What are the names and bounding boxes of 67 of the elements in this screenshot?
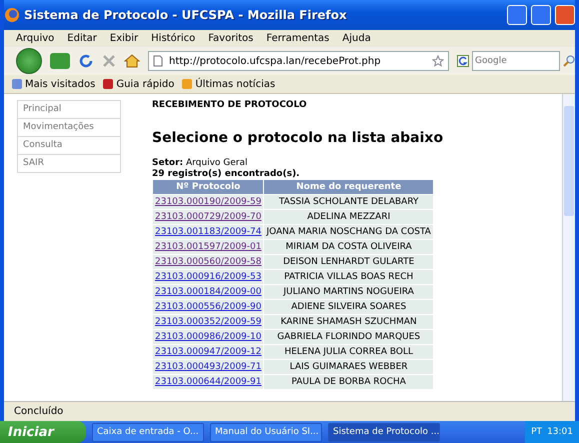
search-icon[interactable] bbox=[563, 55, 575, 67]
protocol-link[interactable]: 23103.000986/2009-10 bbox=[155, 332, 262, 342]
table-cell: KARINE SHAMASH SZUCHMAN bbox=[264, 315, 433, 329]
page-icon bbox=[153, 55, 163, 67]
column-header: Nome do requerente bbox=[264, 180, 433, 194]
protocol-link[interactable]: 23103.001597/2009-01 bbox=[155, 242, 262, 252]
bookmark-link[interactable]: Últimas notícias bbox=[182, 78, 276, 90]
sidebar-link[interactable]: SAIR bbox=[18, 155, 120, 172]
menu-item[interactable]: Favoritos bbox=[208, 33, 254, 44]
section-title: RECEBIMENTO DE PROTOCOLO bbox=[152, 100, 308, 112]
protocol-link[interactable]: 23103.000556/2009-90 bbox=[155, 302, 262, 312]
language-indicator[interactable]: PT bbox=[531, 427, 542, 437]
back-button[interactable] bbox=[16, 48, 42, 74]
close-button[interactable] bbox=[555, 5, 575, 25]
clock: 13:01 bbox=[547, 427, 573, 437]
sidebar-link[interactable]: Principal bbox=[18, 101, 120, 119]
menu-item[interactable]: Exibir bbox=[110, 33, 138, 44]
table-cell: ADIENE SILVEIRA SOARES bbox=[264, 300, 433, 314]
table-cell: DEISON LENHARDT GULARTE bbox=[264, 255, 433, 269]
column-header: Nº Protocolo bbox=[153, 180, 264, 194]
sidebar-link[interactable]: Movimentações bbox=[18, 119, 120, 137]
menu-item[interactable]: Editar bbox=[67, 33, 97, 44]
table-cell: JOANA MARIA NOSCHANG DA COSTA bbox=[264, 225, 433, 239]
table-cell: HELENA JULIA CORREA BOLL bbox=[264, 345, 433, 359]
table-cell: MIRIAM DA COSTA OLIVEIRA bbox=[264, 240, 433, 254]
table-cell: TASSIA SCHOLANTE DELABARY bbox=[264, 195, 433, 209]
menu-item[interactable]: Ajuda bbox=[342, 33, 371, 44]
bookmark-link[interactable]: Guia rápido bbox=[103, 78, 174, 90]
bookmark-link[interactable]: Mais visitados bbox=[12, 78, 96, 90]
table-cell: LAIS GUIMARAES WEBBER bbox=[264, 360, 433, 374]
maximize-button[interactable] bbox=[531, 5, 551, 25]
scrollbar[interactable] bbox=[562, 94, 575, 401]
protocol-link[interactable]: 23103.000560/2009-58 bbox=[155, 257, 262, 267]
table-cell: PATRICIA VILLAS BOAS RECH bbox=[264, 270, 433, 284]
sector-info: Setor: Arquivo Geral bbox=[152, 158, 249, 169]
protocol-link[interactable]: 23103.000493/2009-71 bbox=[155, 362, 262, 372]
taskbar-button[interactable]: Caixa de entrada - O... bbox=[92, 422, 204, 442]
menu-item[interactable]: Arquivo bbox=[16, 33, 54, 44]
protocol-link[interactable]: 23103.000644/2009-91 bbox=[155, 377, 262, 387]
browser-logo-icon bbox=[4, 7, 20, 23]
protocol-link[interactable]: 23103.000190/2009-59 bbox=[155, 197, 262, 207]
table-cell: ADELINA MEZZARI bbox=[264, 210, 433, 224]
record-count: 29 registro(s) encontrado(s). bbox=[152, 169, 301, 179]
star-icon[interactable] bbox=[432, 55, 444, 67]
reload-icon[interactable] bbox=[78, 53, 94, 69]
protocol-link[interactable]: 23103.000947/2009-12 bbox=[155, 347, 262, 357]
home-icon[interactable] bbox=[124, 53, 140, 69]
window-title: Sistema de Protocolo - UFCSPA - Mozilla Firefox bbox=[24, 8, 348, 22]
address-field[interactable]: http://protocolo.ufcspa.lan/recebeProt.php bbox=[148, 51, 449, 71]
minimize-button[interactable] bbox=[507, 5, 527, 25]
protocol-link[interactable]: 23103.001183/2009-74 bbox=[155, 227, 262, 237]
table-cell: JULIANO MARTINS NOGUEIRA bbox=[264, 285, 433, 299]
search-field[interactable]: Google bbox=[472, 51, 560, 71]
taskbar-button[interactable]: Manual do Usuário SI... bbox=[210, 422, 322, 442]
menu-item[interactable]: Histórico bbox=[151, 33, 196, 44]
table-cell: PAULA DE BORBA ROCHA bbox=[264, 375, 433, 389]
protocol-link[interactable]: 23103.000184/2009-00 bbox=[155, 287, 262, 297]
taskbar-button[interactable]: Sistema de Protocolo ... bbox=[328, 422, 440, 442]
table-cell: GABRIELA FLORINDO MARQUES bbox=[264, 330, 433, 344]
search-engine-icon[interactable] bbox=[457, 55, 469, 67]
protocol-link[interactable]: 23103.000729/2009-70 bbox=[155, 212, 262, 222]
page-heading: Selecione o protocolo na lista abaixo bbox=[152, 130, 444, 146]
protocol-link[interactable]: 23103.000352/2009-59 bbox=[155, 317, 262, 327]
sidebar-link[interactable]: Consulta bbox=[18, 137, 120, 155]
protocol-link[interactable]: 23103.000916/2009-53 bbox=[155, 272, 262, 282]
status-text: Concluído bbox=[4, 401, 575, 421]
menu-item[interactable]: Ferramentas bbox=[266, 33, 330, 44]
